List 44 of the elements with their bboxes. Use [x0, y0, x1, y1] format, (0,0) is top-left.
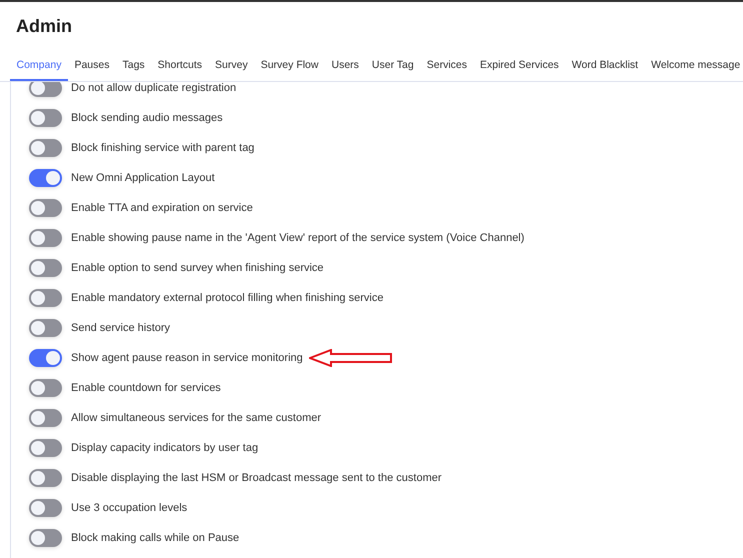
toggle-switch[interactable]: [29, 409, 62, 427]
tab[interactable]: Tags: [116, 54, 152, 81]
tab[interactable]: Pauses: [68, 54, 116, 81]
toggle-switch[interactable]: [29, 82, 62, 97]
page-title: Admin: [15, 15, 73, 38]
setting-label: Block making calls while on Pause: [71, 532, 240, 544]
toggle-switch[interactable]: [29, 319, 62, 337]
setting-label: Block sending audio messages: [71, 112, 223, 124]
setting-label: Enable mandatory external protocol filling when finishing service: [71, 292, 384, 304]
setting-label: Enable option to send survey when finishing service: [71, 262, 324, 274]
tab[interactable]: Word Blacklist: [565, 54, 645, 81]
tab[interactable]: Services: [420, 54, 474, 81]
toggle-switch[interactable]: [29, 529, 62, 547]
toggle-switch[interactable]: [29, 469, 62, 487]
setting-label: Send service history: [71, 322, 170, 334]
setting-label: Enable showing pause name in the 'Agent View' report of the service system (Voice Channel): [71, 232, 524, 244]
tab[interactable]: Welcome message: [644, 54, 743, 81]
setting-label: Allow simultaneous services for the same customer: [71, 412, 322, 424]
setting-label: New Omni Application Layout: [71, 172, 215, 184]
setting-label: Enable TTA and expiration on service: [71, 202, 253, 214]
toggle-switch[interactable]: [29, 439, 62, 457]
tab[interactable]: Users: [324, 54, 366, 81]
setting-label: Block finishing service with parent tag: [71, 142, 254, 154]
tab[interactable]: Expired Services: [474, 54, 566, 81]
toggle-switch[interactable]: [29, 259, 62, 277]
toggle-switch[interactable]: [29, 499, 62, 517]
toggle-switch[interactable]: [29, 349, 62, 367]
toggle-switch[interactable]: [29, 379, 62, 397]
toggle-switch[interactable]: [29, 229, 62, 247]
tab[interactable]: Survey: [208, 54, 254, 81]
setting-label: Show agent pause reason in service monitoring: [71, 352, 303, 364]
toggle-switch[interactable]: [29, 169, 62, 187]
toggle-switch[interactable]: [29, 289, 62, 307]
setting-label: Do not allow duplicate registration: [71, 82, 236, 94]
setting-label: Enable countdown for services: [71, 382, 221, 394]
setting-label: Display capacity indicators by user tag: [71, 442, 258, 454]
toggle-switch[interactable]: [29, 109, 62, 127]
setting-label: Use 3 occupation levels: [71, 502, 188, 514]
tab[interactable]: Survey Flow: [254, 54, 325, 81]
tab[interactable]: Shortcuts: [151, 54, 209, 81]
setting-label: Disable displaying the last HSM or Broadcast message sent to the customer: [71, 472, 442, 484]
tab[interactable]: User Tag: [365, 54, 420, 81]
toggle-switch[interactable]: [29, 199, 62, 217]
toggle-switch[interactable]: [29, 139, 62, 157]
